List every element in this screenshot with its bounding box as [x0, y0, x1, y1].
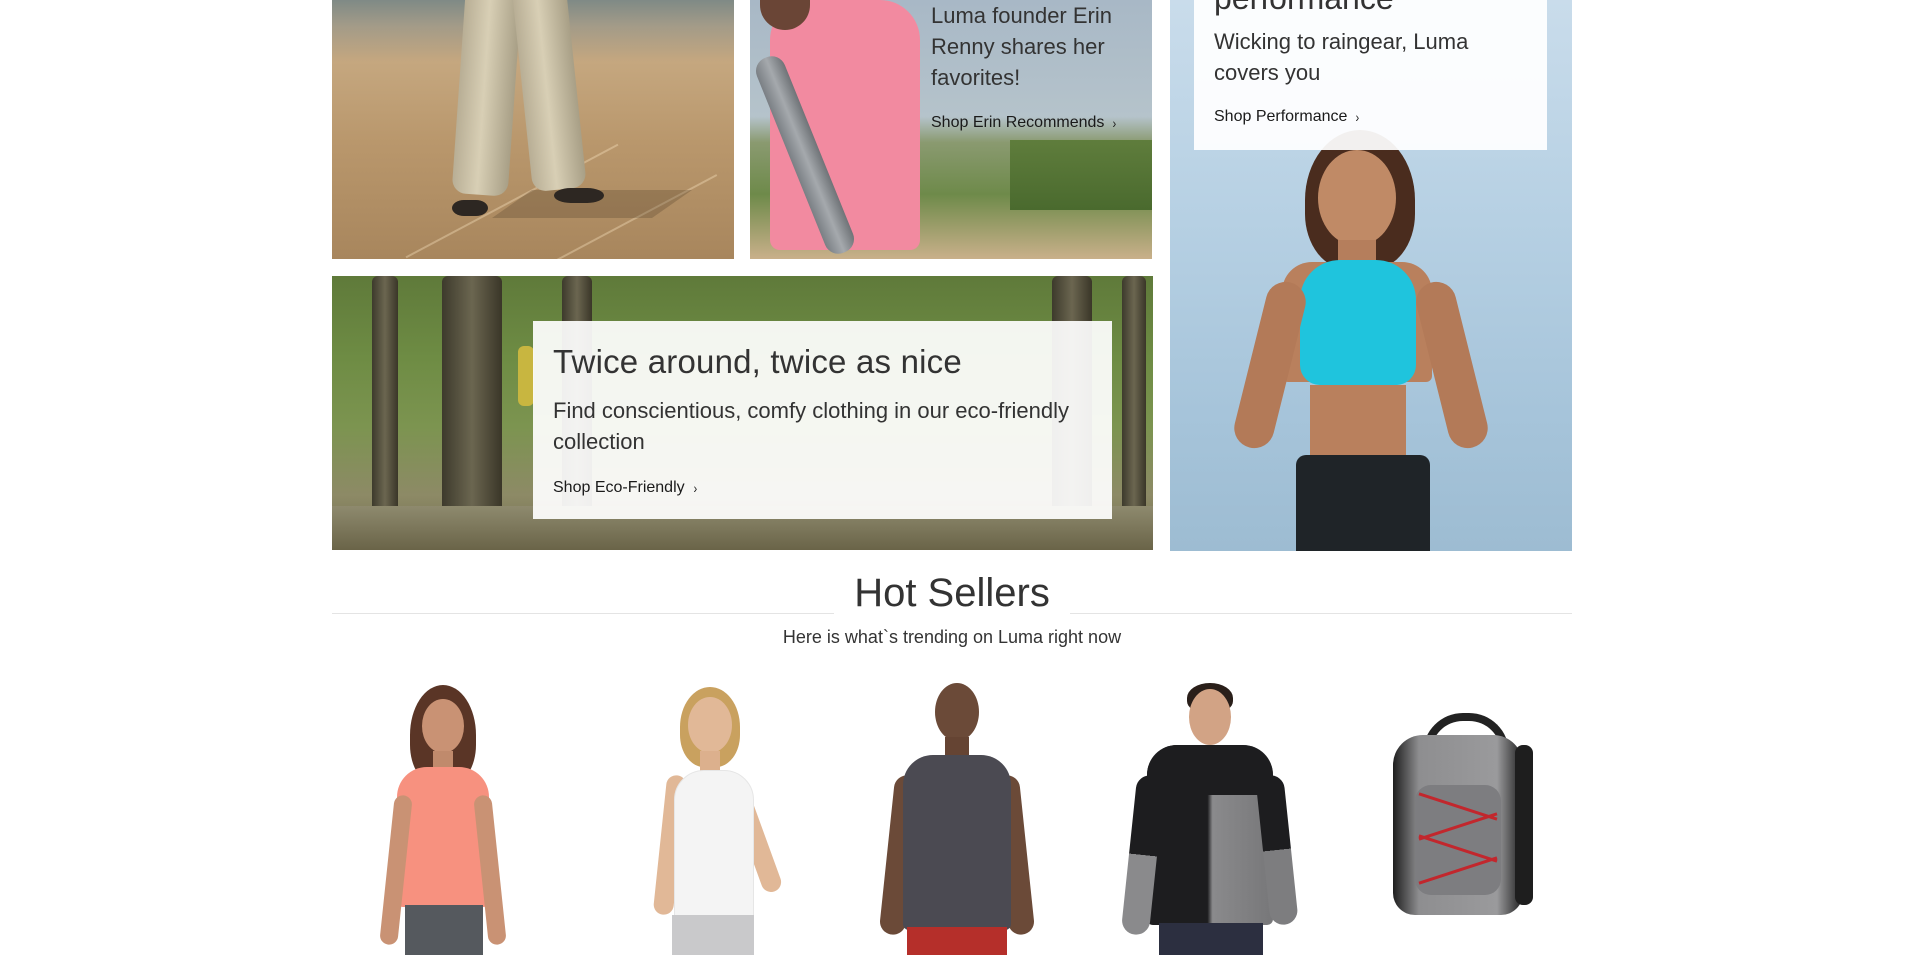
eco-subtitle: Find conscientious, comfy clothing in ou…: [553, 398, 1070, 454]
performance-card: performance Wicking to raingear, Luma co…: [1194, 0, 1547, 150]
hot-sellers-title: Hot Sellers: [834, 571, 1070, 615]
promo-eco-friendly[interactable]: Twice around, twice as nice Find conscie…: [332, 276, 1153, 550]
product-image-men-sleeveless-tee[interactable]: [857, 675, 1057, 955]
product-image-women-pink-tee[interactable]: [357, 675, 557, 955]
beach-photo: [332, 0, 734, 259]
promo-performance[interactable]: performance Wicking to raingear, Luma co…: [1170, 0, 1572, 551]
product-image-men-hoodie[interactable]: [1107, 675, 1307, 955]
erin-text-block: Luma founder Erin Renny shares her favor…: [931, 0, 1141, 132]
promo-erin-recommends[interactable]: Luma founder Erin Renny shares her favor…: [750, 0, 1152, 259]
product-image-women-white-tank[interactable]: [612, 675, 812, 955]
performance-subtitle: Wicking to raingear, Luma covers you: [1214, 29, 1469, 85]
shop-performance-label: Shop Performance: [1214, 108, 1348, 125]
promo-pants-image[interactable]: [332, 0, 734, 259]
erin-subtitle: Luma founder Erin Renny shares her favor…: [931, 3, 1112, 90]
performance-title: performance: [1214, 0, 1527, 16]
product-image-backpack[interactable]: [1355, 675, 1555, 955]
shop-eco-friendly-label: Shop Eco-Friendly: [553, 479, 685, 496]
shop-erin-recommends-label: Shop Erin Recommends: [931, 114, 1105, 131]
chevron-right-icon: ›: [1112, 115, 1117, 131]
eco-title: Twice around, twice as nice: [553, 343, 962, 380]
shop-eco-friendly-link[interactable]: Shop Eco-Friendly ›: [553, 479, 697, 497]
eco-card: Twice around, twice as nice Find conscie…: [533, 321, 1112, 519]
chevron-right-icon: ›: [1355, 109, 1360, 125]
hot-sellers-subtitle: Here is what`s trending on Luma right no…: [782, 627, 1122, 647]
shop-erin-recommends-link[interactable]: Shop Erin Recommends ›: [931, 114, 1117, 132]
shop-performance-link[interactable]: Shop Performance ›: [1214, 108, 1360, 126]
chevron-right-icon: ›: [693, 480, 697, 496]
hot-sellers-title-wrap: Hot Sellers: [0, 571, 1904, 616]
